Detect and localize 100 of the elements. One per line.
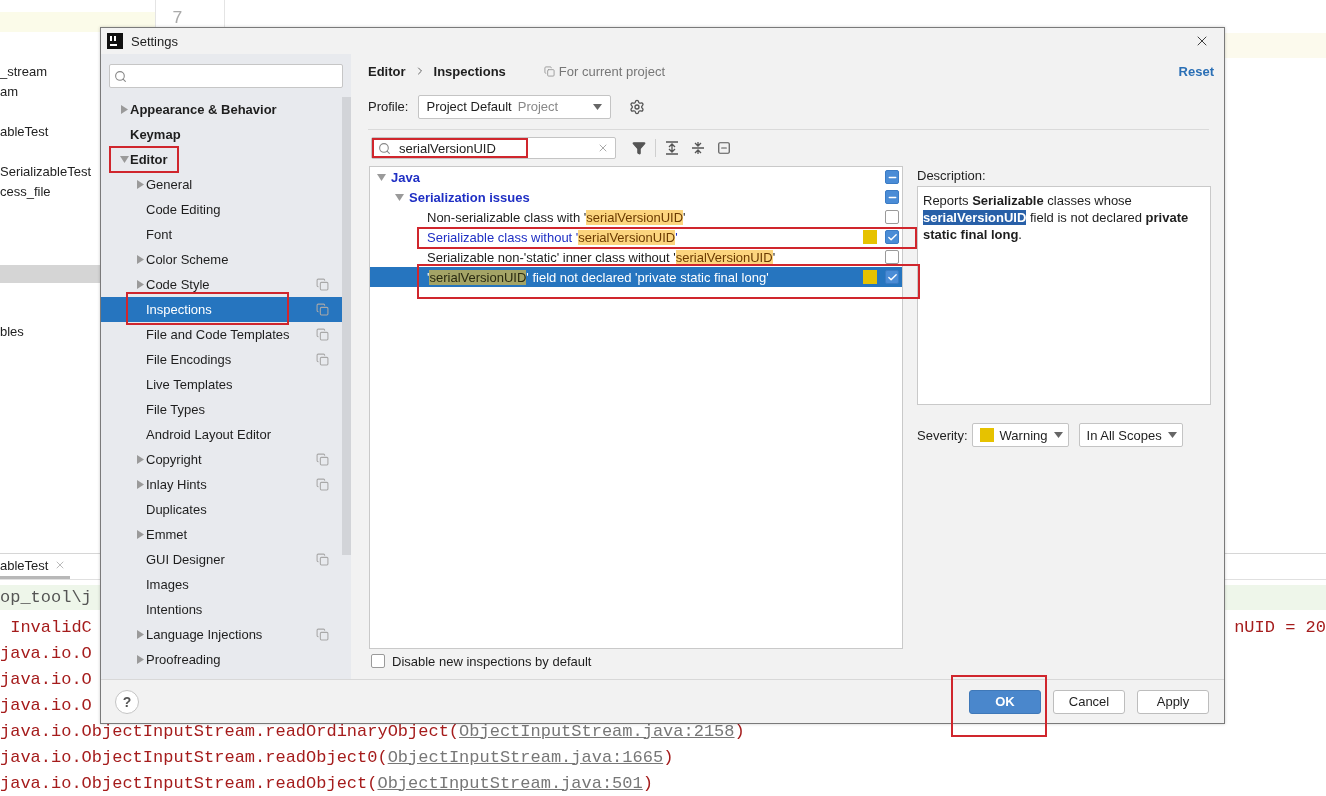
checkbox[interactable]	[371, 654, 385, 668]
sidebar-item[interactable]: Duplicates	[101, 497, 342, 522]
console-line: )	[663, 747, 674, 767]
search-icon	[114, 69, 127, 83]
inspection-group: Serialization issues	[409, 189, 530, 205]
expand-arrow-icon[interactable]	[135, 179, 146, 190]
checkbox[interactable]	[885, 210, 899, 224]
console-line: java.io.ObjectInputStream.readObject(	[0, 773, 378, 793]
help-button[interactable]: ?	[115, 689, 139, 714]
console-line: InvalidC	[9, 617, 92, 637]
sidebar-item[interactable]: File Types	[101, 397, 342, 422]
sidebar-item[interactable]: Live Templates	[101, 372, 342, 397]
checkbox[interactable]	[885, 190, 899, 204]
collapse-arrow-icon[interactable]	[394, 191, 405, 203]
sidebar-item[interactable]: Emmet	[101, 522, 342, 547]
line-number: 7	[171, 7, 184, 30]
inspection-group: Java	[391, 169, 420, 185]
expand-arrow-icon[interactable]	[119, 104, 130, 115]
checkbox[interactable]	[885, 270, 899, 284]
clear-icon[interactable]	[597, 142, 609, 154]
settings-icon[interactable]	[629, 98, 646, 115]
scope-dropdown[interactable]: In All Scopes	[1078, 423, 1183, 447]
inspection-name: 'serialVersionUID' field not declared 'private static final long'	[427, 269, 769, 285]
console-line: nUID = 20	[1234, 617, 1326, 637]
check-icon	[886, 271, 898, 283]
expand-arrow-icon[interactable]	[135, 529, 146, 540]
profile-label: Profile:	[368, 99, 409, 114]
sidebar-item[interactable]: Proofreading	[101, 647, 342, 672]
inspection-name: Serializable class without 'serialVersionUID'	[427, 229, 678, 245]
scrollbar[interactable]	[342, 97, 351, 555]
source-link[interactable]: ObjectInputStream.java:501	[377, 773, 643, 793]
check-icon	[886, 231, 898, 243]
sidebar-item[interactable]: File Encodings	[101, 347, 342, 372]
search-icon	[378, 141, 391, 155]
sidebar-item[interactable]: Code Editing	[101, 197, 342, 222]
collapse-arrow-icon[interactable]	[376, 171, 387, 183]
console-line: java.io.O	[0, 643, 92, 663]
console-line: java.io.O	[0, 669, 92, 689]
profile-dropdown[interactable]: Project Default Project	[418, 94, 612, 119]
inspection-row[interactable]: 'serialVersionUID' field not declared 'private static final long'	[370, 267, 902, 287]
sidebar-item[interactable]: Editor	[101, 147, 342, 172]
source-link[interactable]: ObjectInputStream.java:1665	[387, 747, 664, 767]
source-link[interactable]: ObjectInputStream.java:2158	[459, 721, 735, 741]
dropdown-caret-icon	[1053, 432, 1063, 438]
app-logo-icon	[107, 33, 123, 49]
severity-dropdown[interactable]: Warning	[971, 423, 1069, 447]
collapse-arrow-icon[interactable]	[119, 154, 130, 165]
sidebar-item[interactable]: GUI Designer	[101, 547, 342, 572]
checkbox[interactable]	[885, 170, 899, 184]
window-title: Settings	[131, 33, 178, 49]
console-line: java.io.ObjectInputStream.readOrdinaryObject(	[0, 721, 460, 741]
expand-arrow-icon[interactable]	[135, 279, 146, 290]
console-line: )	[642, 773, 653, 793]
severity-swatch	[863, 230, 877, 244]
sidebar-item[interactable]: Images	[101, 572, 342, 597]
dialog-button[interactable]: OK	[969, 689, 1041, 714]
search-field[interactable]	[109, 64, 343, 88]
breadcrumb[interactable]: Editor	[368, 63, 406, 79]
sidebar-item[interactable]: Code Style	[101, 272, 342, 297]
sidebar-item[interactable]: Color Scheme	[101, 247, 342, 272]
dropdown-caret-icon	[1167, 432, 1177, 438]
inspection-row[interactable]: Java	[370, 167, 902, 187]
console-line: java.io.O	[0, 695, 92, 715]
copy-icon	[543, 65, 555, 77]
console-line: java.io.ObjectInputStream.readObject0(	[0, 747, 388, 767]
description-label: Description:	[917, 167, 987, 185]
breadcrumb: Inspections	[433, 63, 506, 79]
run-tab[interactable]: ableTest	[0, 554, 71, 579]
inspection-row[interactable]: Serialization issues	[370, 187, 902, 207]
expand-arrow-icon[interactable]	[135, 254, 146, 265]
sidebar-item[interactable]: Language Injections	[101, 622, 342, 647]
sidebar-item[interactable]: Appearance & Behavior	[101, 97, 342, 122]
checkbox[interactable]	[885, 250, 899, 264]
checkbox-label: Disable new inspections by default	[392, 653, 592, 669]
description-text: Reports Serializable classes whose serialVersionUID field is not declared private static final long.	[923, 192, 1190, 243]
sidebar-item[interactable]: General	[101, 172, 342, 197]
dialog-button[interactable]: Apply	[1137, 689, 1209, 714]
dialog-button[interactable]: Cancel	[1053, 689, 1125, 714]
sidebar-item[interactable]: Intentions	[101, 597, 342, 622]
sidebar-item[interactable]: Android Layout Editor	[101, 422, 342, 447]
inspection-row[interactable]: Serializable class without 'serialVersionUID'	[370, 227, 902, 247]
dropdown-caret-icon	[593, 103, 603, 110]
inspection-name: Serializable non-'static' inner class without 'serialVersionUID'	[427, 249, 776, 265]
console-line: op_tool\j	[0, 588, 92, 607]
console-line: )	[734, 721, 745, 741]
checkbox[interactable]	[885, 230, 899, 244]
expand-arrow-icon[interactable]	[135, 454, 146, 465]
sidebar-item[interactable]: Copyright	[101, 447, 342, 472]
sidebar-item[interactable]: Inspections	[101, 297, 342, 322]
sidebar-item[interactable]: Keymap	[101, 122, 342, 147]
reset-link[interactable]: Reset	[1178, 63, 1214, 79]
expand-arrow-icon[interactable]	[135, 479, 146, 490]
severity-swatch	[863, 270, 877, 284]
sidebar-item[interactable]: Font	[101, 222, 342, 247]
inspection-row[interactable]: Serializable non-'static' inner class without 'serialVersionUID'	[370, 247, 902, 267]
scope-note: For current project	[558, 63, 665, 79]
expand-arrow-icon[interactable]	[135, 629, 146, 640]
sidebar-item[interactable]: File and Code Templates	[101, 322, 342, 347]
sidebar-item[interactable]: Inlay Hints	[101, 472, 342, 497]
expand-arrow-icon[interactable]	[135, 654, 146, 665]
